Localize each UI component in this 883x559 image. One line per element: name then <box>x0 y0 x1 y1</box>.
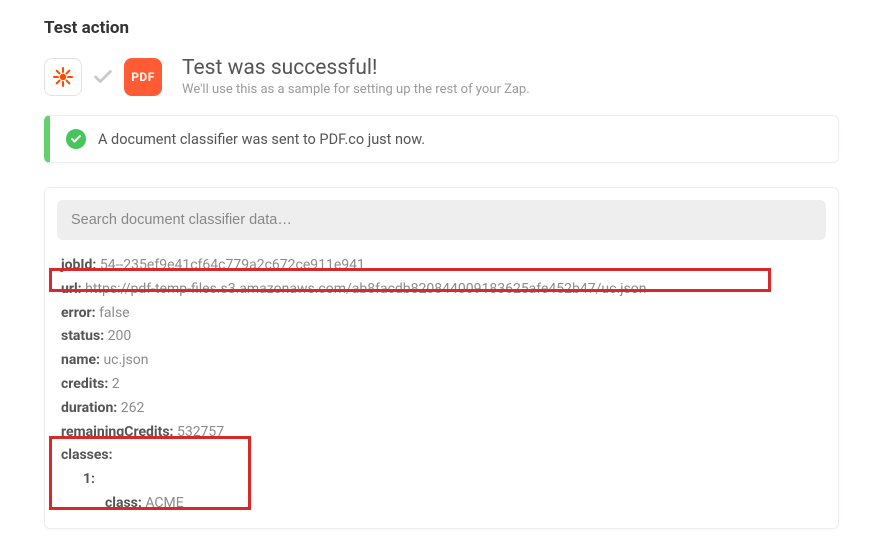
test-success-title: Test was successful! <box>182 56 530 80</box>
test-header-row: PDF Test was successful! We'll use this … <box>44 56 839 97</box>
kv-value: 262 <box>121 400 145 416</box>
kv-key: name: <box>61 352 100 368</box>
kv-status: status: 200 <box>61 325 822 349</box>
kv-error: error: false <box>61 302 822 326</box>
pdfco-icon: PDF <box>124 58 162 96</box>
kv-key: class: <box>105 495 142 511</box>
kv-value: uc.json <box>103 352 148 368</box>
check-circle-icon <box>66 129 86 149</box>
kv-remaining-credits: remainingCredits: 532757 <box>61 421 822 445</box>
kv-value: 200 <box>108 328 132 344</box>
kv-key: 1: <box>83 471 95 487</box>
test-success-subtitle: We'll use this as a sample for setting u… <box>182 82 530 97</box>
kv-value: false <box>99 305 130 321</box>
kv-value: 2 <box>112 376 120 392</box>
kv-key: classes: <box>61 447 113 463</box>
results-panel: jobId: 54--235ef9e41cf64c779a2c672ce911e… <box>44 187 839 529</box>
kv-classes-1-class: class: ACME <box>61 492 822 516</box>
zapier-icon <box>44 58 82 96</box>
success-alert: A document classifier was sent to PDF.co… <box>44 115 839 163</box>
kv-duration: duration: 262 <box>61 397 822 421</box>
kv-value: ACME <box>145 495 183 511</box>
result-data-list: jobId: 54--235ef9e41cf64c779a2c672ce911e… <box>57 254 826 516</box>
search-input[interactable] <box>57 200 826 240</box>
kv-key: credits: <box>61 376 108 392</box>
kv-key: jobId: <box>61 257 96 273</box>
kv-classes: classes: <box>61 444 822 468</box>
kv-key: status: <box>61 328 104 344</box>
section-heading: Test action <box>44 18 839 38</box>
kv-name: name: uc.json <box>61 349 822 373</box>
success-alert-text: A document classifier was sent to PDF.co… <box>98 131 425 148</box>
kv-url: url: https://pdf-temp-files.s3.amazonaws… <box>61 278 822 302</box>
kv-jobid: jobId: 54--235ef9e41cf64c779a2c672ce911e… <box>61 254 822 278</box>
kv-classes-1: 1: <box>61 468 822 492</box>
kv-value: 532757 <box>177 424 224 440</box>
kv-key: url: <box>61 281 82 297</box>
check-separator-icon <box>92 66 114 88</box>
kv-credits: credits: 2 <box>61 373 822 397</box>
kv-value: https://pdf-temp-files.s3.amazonaws.com/… <box>85 281 646 297</box>
kv-key: duration: <box>61 400 117 416</box>
kv-key: error: <box>61 305 96 321</box>
kv-value: 54--235ef9e41cf64c779a2c672ce911e941 <box>100 257 365 273</box>
pdfco-icon-label: PDF <box>131 70 155 84</box>
kv-key: remainingCredits: <box>61 424 173 440</box>
